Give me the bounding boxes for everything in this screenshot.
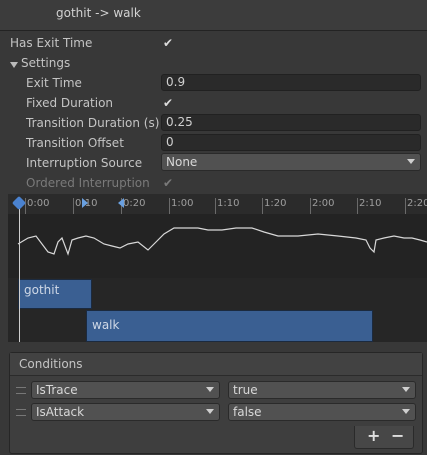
condition-parameter-value: IsAttack bbox=[36, 405, 85, 419]
condition-list-footer: + − bbox=[354, 426, 414, 449]
inspector-header: gothit -> walk bbox=[0, 0, 427, 31]
tick-label: 1:00 bbox=[171, 198, 194, 209]
interruption-source-value: None bbox=[166, 155, 198, 169]
add-condition-button[interactable]: + bbox=[367, 426, 380, 446]
playhead-line bbox=[19, 200, 20, 342]
exit-time-field[interactable]: 0.9 bbox=[161, 74, 421, 91]
checkmark-icon: ✔ bbox=[162, 36, 174, 50]
tick-label: 1:20 bbox=[264, 198, 287, 209]
transition-duration-field[interactable]: 0.25 bbox=[161, 114, 421, 131]
destination-clip[interactable]: walk bbox=[86, 310, 373, 342]
condition-parameter-value: IsTrace bbox=[36, 383, 78, 397]
remove-condition-button[interactable]: − bbox=[391, 426, 404, 446]
transition-duration-label: Transition Duration (s) bbox=[26, 116, 160, 130]
tick-label: 1:10 bbox=[217, 198, 240, 209]
has-exit-time-label: Has Exit Time bbox=[10, 36, 93, 50]
has-exit-time-checkbox[interactable]: ✔ bbox=[161, 36, 175, 50]
dropdown-arrow-icon bbox=[206, 409, 214, 414]
dropdown-arrow-icon bbox=[402, 409, 410, 414]
tick-label: 2:20 bbox=[407, 198, 427, 209]
tick-label: 0:00 bbox=[27, 198, 50, 209]
ordered-interruption-label: Ordered Interruption bbox=[26, 176, 150, 190]
condition-row[interactable]: IsAttack false bbox=[10, 401, 422, 423]
condition-value: false bbox=[233, 405, 262, 419]
condition-value: true bbox=[233, 383, 258, 397]
fixed-duration-checkbox[interactable]: ✔ bbox=[161, 96, 175, 110]
dropdown-arrow-icon bbox=[206, 387, 214, 392]
checkmark-icon: ✔ bbox=[162, 176, 174, 190]
ordered-interruption-checkbox: ✔ bbox=[161, 176, 175, 190]
exit-time-label: Exit Time bbox=[26, 76, 82, 90]
fixed-duration-label: Fixed Duration bbox=[26, 96, 114, 110]
animation-curve bbox=[8, 214, 427, 278]
checkmark-icon: ✔ bbox=[162, 96, 174, 110]
timeline-ruler[interactable]: 0:00 0:10 0:20 1:00 1:10 1:20 2:00 2:10 … bbox=[8, 194, 427, 215]
destination-clip-label: walk bbox=[92, 318, 120, 332]
condition-row[interactable]: IsTrace true bbox=[10, 379, 422, 401]
drag-handle-icon[interactable] bbox=[16, 409, 26, 416]
transition-title: gothit -> walk bbox=[56, 6, 141, 20]
transition-offset-label: Transition Offset bbox=[26, 136, 124, 150]
transition-timeline[interactable]: 0:00 0:10 0:20 1:00 1:10 1:20 2:00 2:10 … bbox=[8, 194, 427, 342]
condition-value-dropdown[interactable]: true bbox=[228, 381, 416, 399]
conditions-title: Conditions bbox=[19, 357, 83, 371]
interruption-source-label: Interruption Source bbox=[26, 156, 143, 170]
interruption-source-dropdown[interactable]: None bbox=[161, 153, 421, 171]
foldout-arrow-icon bbox=[10, 62, 18, 68]
tick-label: 2:00 bbox=[312, 198, 335, 209]
tick-label: 0:20 bbox=[123, 198, 146, 209]
condition-parameter-dropdown[interactable]: IsAttack bbox=[31, 403, 220, 421]
tick-label: 2:10 bbox=[359, 198, 382, 209]
dropdown-arrow-icon bbox=[407, 159, 415, 164]
source-clip[interactable]: gothit bbox=[18, 279, 92, 309]
transition-start-handle-icon[interactable] bbox=[82, 198, 88, 208]
transition-end-handle-icon[interactable] bbox=[118, 198, 124, 208]
settings-label: Settings bbox=[21, 56, 71, 70]
condition-parameter-dropdown[interactable]: IsTrace bbox=[31, 381, 220, 399]
source-clip-label: gothit bbox=[24, 283, 60, 297]
condition-value-dropdown[interactable]: false bbox=[228, 403, 416, 421]
transition-offset-field[interactable]: 0 bbox=[161, 134, 421, 151]
drag-handle-icon[interactable] bbox=[16, 387, 26, 394]
conditions-header: Conditions bbox=[10, 353, 422, 376]
dropdown-arrow-icon bbox=[402, 387, 410, 392]
